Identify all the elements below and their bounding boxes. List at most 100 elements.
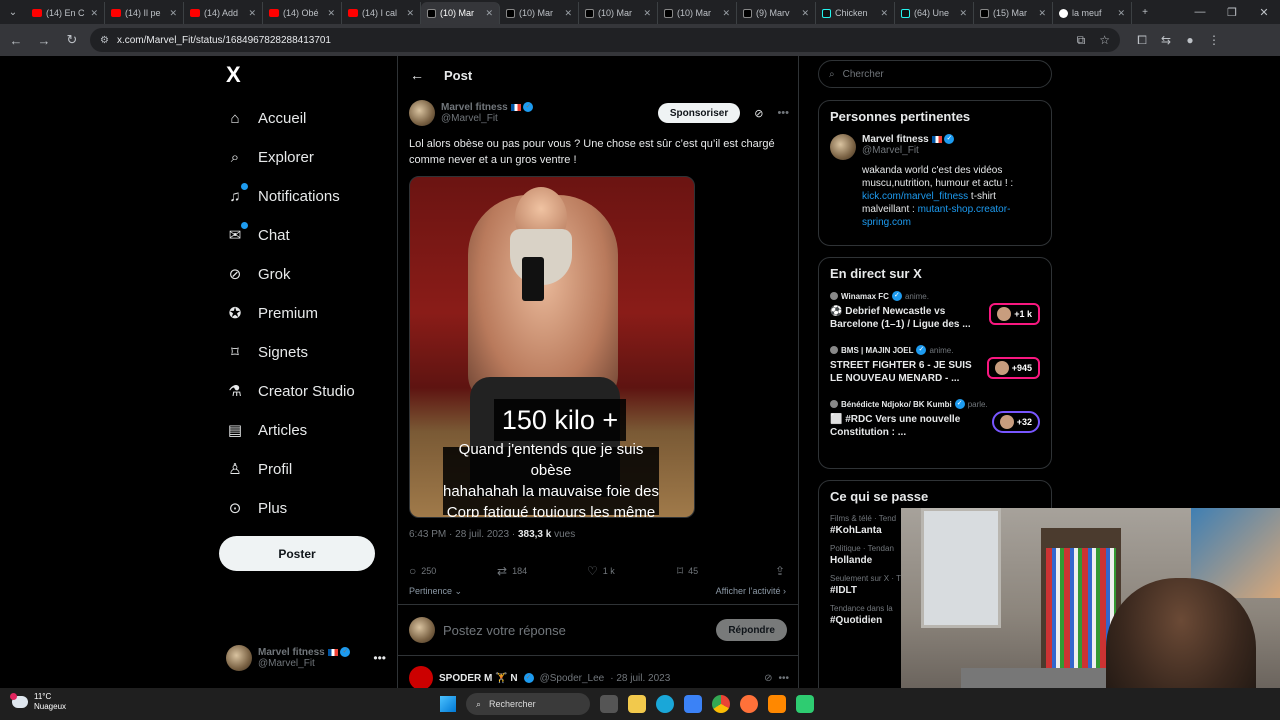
nav-item-articles[interactable]: ▤ Articles — [226, 418, 307, 442]
reply-author-avatar[interactable] — [409, 666, 433, 690]
bookmark-action[interactable]: ⌑ 45 — [677, 564, 765, 578]
close-tab-icon[interactable]: ✕ — [248, 8, 256, 19]
close-tab-icon[interactable]: ✕ — [1117, 8, 1125, 19]
tab-groups-icon[interactable]: ⇆ — [1154, 33, 1178, 47]
forward-icon[interactable]: → — [32, 28, 56, 52]
tweet-author-name[interactable]: Marvel fitness — [441, 102, 508, 113]
browser-tab[interactable]: (14) Il pe ✕ — [105, 2, 184, 24]
nav-item-creator-studio[interactable]: ⚗ Creator Studio — [226, 379, 354, 403]
account-switcher[interactable]: Marvel fitness ✓ @Marvel_Fit ••• — [226, 642, 386, 674]
weather-widget[interactable]: 11°C Nuageux — [10, 692, 66, 712]
like-action[interactable]: ♡ 1 k — [587, 564, 677, 578]
browser-tab[interactable]: (10) Mar ✕ — [500, 2, 579, 24]
sort-dropdown[interactable]: Pertinence ⌄ — [409, 586, 462, 597]
bio-link[interactable]: kick.com/marvel_fitness — [862, 191, 968, 202]
reply-author-handle[interactable]: @Spoder_Lee — [540, 673, 605, 684]
close-tab-icon[interactable]: ✕ — [801, 8, 809, 19]
grok-icon[interactable]: ⊘ — [754, 107, 763, 120]
vlc-icon[interactable] — [768, 695, 786, 713]
search-input[interactable]: ⌕ Chercher — [818, 60, 1052, 88]
file-explorer-icon[interactable] — [628, 695, 646, 713]
tweet-media-image[interactable]: 150 kilo + Quand j'entends que je suis o… — [409, 176, 695, 518]
tiktok-favicon-icon — [822, 8, 831, 18]
close-tab-icon[interactable]: ✕ — [643, 8, 651, 19]
nav-item-premium[interactable]: ✪ Premium — [226, 301, 318, 325]
new-tab-button[interactable]: + — [1132, 0, 1158, 24]
close-tab-icon[interactable]: ✕ — [169, 8, 177, 19]
close-tab-icon[interactable]: ✕ — [880, 8, 888, 19]
close-tab-icon[interactable]: ✕ — [722, 8, 730, 19]
repost-action[interactable]: ⇄ 184 — [497, 564, 587, 578]
nav-item-profil[interactable]: ♙ Profil — [226, 457, 292, 481]
browser-tab[interactable]: (14) En C ✕ — [26, 2, 105, 24]
x-logo[interactable]: X — [226, 64, 248, 86]
browser-tab[interactable]: (15) Mar ✕ — [974, 2, 1053, 24]
nav-item-signets[interactable]: ⌑ Signets — [226, 340, 308, 364]
nav-item-accueil[interactable]: ⌂ Accueil — [226, 106, 306, 130]
more-options-icon[interactable]: ••• — [778, 673, 789, 684]
browser-tab[interactable]: (10) Mar ✕ — [658, 2, 737, 24]
close-window-icon[interactable]: ✕ — [1248, 0, 1280, 24]
reply-input[interactable]: Postez votre réponse — [443, 623, 566, 638]
live-item[interactable]: Winamax FC ✓ anime. ⚽ Debrief Newcastle vs … — [830, 291, 1040, 337]
reload-icon[interactable]: ↻ — [60, 28, 84, 52]
browser-tab[interactable]: Chicken ✕ — [816, 2, 895, 24]
start-icon[interactable] — [440, 696, 456, 712]
star-icon[interactable]: ☆ — [1099, 33, 1110, 48]
reply-author-name[interactable]: SPODER M 🏋️ N — [439, 673, 518, 684]
firefox-icon[interactable] — [740, 695, 758, 713]
close-tab-icon[interactable]: ✕ — [1038, 8, 1046, 19]
browser-tab[interactable]: (9) Marv ✕ — [737, 2, 816, 24]
browser-menu-icon[interactable]: ⋮ — [1202, 33, 1226, 47]
profile-icon[interactable]: ● — [1178, 33, 1202, 47]
close-tab-icon[interactable]: ✕ — [327, 8, 335, 19]
live-item[interactable]: Bénédicte Ndjoko/ BK Kumbi ✓ parle. ⬜ #RDC … — [830, 399, 1040, 445]
tweet-author-handle[interactable]: @Marvel_Fit — [441, 113, 533, 124]
browser-tab[interactable]: la meuf ✕ — [1053, 2, 1132, 24]
browser-tab[interactable]: (14) I cal ✕ — [342, 2, 421, 24]
store-icon[interactable] — [684, 695, 702, 713]
back-arrow-icon[interactable]: ← — [410, 67, 424, 83]
nav-item-chat[interactable]: ✉ Chat — [226, 221, 290, 247]
close-tab-icon[interactable]: ✕ — [90, 8, 98, 19]
nav-item-plus[interactable]: ⊙ Plus — [226, 496, 287, 520]
task-view-icon[interactable] — [600, 695, 618, 713]
install-icon[interactable]: ⧉ — [1077, 33, 1086, 48]
browser-tab[interactable]: (14) Obé ✕ — [263, 2, 342, 24]
tweet-avatar[interactable] — [409, 100, 435, 126]
more-options-icon[interactable]: ••• — [777, 107, 789, 119]
reply-button[interactable]: Répondre — [716, 619, 787, 641]
chrome-icon[interactable] — [712, 695, 730, 713]
browser-tab[interactable]: (14) Add ✕ — [184, 2, 263, 24]
extensions-icon[interactable]: ⧠ — [1130, 33, 1154, 48]
post-button[interactable]: Poster — [219, 536, 375, 571]
share-action[interactable]: ⇪ — [775, 564, 785, 578]
taskbar-search[interactable]: ⌕ Rechercher — [466, 693, 590, 715]
reply-action[interactable]: ○ 250 — [409, 564, 497, 578]
grok-icon[interactable]: ⊘ — [764, 673, 772, 684]
browser-tab[interactable]: (10) Mar ✕ — [421, 2, 500, 24]
close-tab-icon[interactable]: ✕ — [485, 8, 493, 19]
view-activity-link[interactable]: Afficher l’activité › — [716, 586, 786, 596]
nav-item-explorer[interactable]: ⌕ Explorer — [226, 145, 314, 169]
browser-tab[interactable]: (10) Mar ✕ — [579, 2, 658, 24]
close-tab-icon[interactable]: ✕ — [564, 8, 572, 19]
close-tab-icon[interactable]: ✕ — [406, 8, 414, 19]
edge-icon[interactable] — [656, 695, 674, 713]
sponsor-button[interactable]: Sponsoriser — [657, 103, 741, 123]
tab-search-icon[interactable]: ⌄ — [0, 0, 26, 24]
address-bar[interactable]: ⚙ x.com/Marvel_Fit/status/16849678282884… — [90, 28, 1120, 52]
app-icon[interactable] — [796, 695, 814, 713]
live-item[interactable]: BMS | MAJIN JOEL ✓ anime. STREET FIGHTER 6 … — [830, 345, 1040, 391]
restore-icon[interactable]: ❐ — [1216, 0, 1248, 24]
relevant-person[interactable]: Marvel fitness ✓ @Marvel_Fit — [830, 134, 1040, 160]
close-tab-icon[interactable]: ✕ — [959, 8, 967, 19]
nav-item-grok[interactable]: ⊘ Grok — [226, 262, 291, 286]
nav-item-notifications[interactable]: ♫ Notifications — [226, 182, 340, 208]
site-info-icon[interactable]: ⚙ — [100, 35, 109, 46]
browser-tab[interactable]: (64) Une ✕ — [895, 2, 974, 24]
more-dots-icon[interactable]: ••• — [373, 651, 386, 665]
minimize-icon[interactable]: — — [1184, 0, 1216, 24]
back-icon[interactable]: ← — [4, 28, 28, 52]
tweet-time[interactable]: 6:43 PM · 28 juil. 2023 · — [409, 529, 518, 540]
